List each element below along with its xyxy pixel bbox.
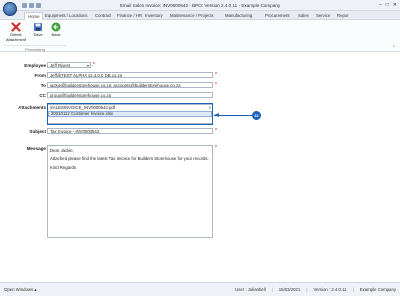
delete-attachment-label: Delete Attachment xyxy=(5,32,27,42)
message-body[interactable]: Dear Jackie, Attached please find the la… xyxy=(47,145,213,238)
tab-maintenance-projects[interactable]: Maintenance / Projects xyxy=(170,12,214,20)
open-windows-button[interactable]: Open Windows ▴ xyxy=(4,287,37,293)
save-icon xyxy=(34,23,42,31)
delete-attachment-button[interactable]: Delete Attachment xyxy=(5,22,27,42)
status-company: Example Company xyxy=(359,287,396,292)
status-date: 15/03/2021 xyxy=(278,287,301,292)
from-value: Jeff@TEST ALPHA v2.4.0.0 DB.co.za xyxy=(50,73,123,78)
tab-reports[interactable]: Repor xyxy=(337,12,349,20)
ribbon: Delete Attachment Save Back Processing ⌃ xyxy=(0,20,400,52)
status-version: Version : 2.4.0.11 xyxy=(313,287,347,292)
required-marker: * xyxy=(215,145,217,151)
status-separator: | xyxy=(352,287,354,292)
status-separator: | xyxy=(271,287,273,292)
tab-procurement[interactable]: Procurement xyxy=(265,12,290,20)
required-marker: * xyxy=(93,62,95,68)
ribbon-tabs: Home Equipment / Locations Contract Fina… xyxy=(0,11,400,20)
to-label: To xyxy=(40,83,46,88)
employee-label: Employee xyxy=(24,63,46,68)
message-line: Kind Regards xyxy=(50,164,77,170)
callout-arrow-line xyxy=(214,115,252,116)
to-value: jackie@builderstorehouse.co.za; accounts… xyxy=(50,83,181,88)
subject-field[interactable]: Tax Invoice - INV0000542 xyxy=(47,128,213,134)
employee-value: Jeff Rivers xyxy=(50,63,71,68)
back-arrow-icon xyxy=(51,22,61,32)
tab-inventory[interactable]: Inventory xyxy=(145,12,163,20)
title-bar: Email Sales Invoice: INV0000542 - BPO: V… xyxy=(0,0,400,11)
required-marker: * xyxy=(215,72,217,78)
subject-label: Subject xyxy=(29,129,46,134)
tab-finance-hr[interactable]: Finance / HR xyxy=(117,12,142,20)
message-line: Attached please find the latest Tax Invo… xyxy=(50,156,209,162)
save-label: Save xyxy=(33,32,43,37)
cc-value: group@builderstorehouse.co.za xyxy=(50,93,111,98)
delete-icon xyxy=(11,22,21,32)
processing-group-label: Processing xyxy=(4,45,66,52)
email-form: Employee Jeff Rivers ▾ * From Jeff@TEST … xyxy=(0,52,400,282)
back-button[interactable]: Back xyxy=(49,22,63,38)
tab-manufacturing[interactable]: Manufacturing xyxy=(225,12,252,20)
window-controls: – □ ✕ xyxy=(379,2,397,8)
status-info: User : Julianbell | 15/03/2021 | Version… xyxy=(235,287,396,292)
window-title: Email Sales Invoice: INV0000542 - BPO: V… xyxy=(119,3,281,8)
chevron-down-icon[interactable]: ▾ xyxy=(87,63,89,67)
tab-home[interactable]: Home xyxy=(24,12,44,20)
collapse-ribbon-icon[interactable]: ⌃ xyxy=(392,45,396,51)
required-marker: * xyxy=(215,82,217,88)
required-marker: * xyxy=(215,128,217,134)
app-menu-orb[interactable] xyxy=(3,2,17,16)
minimize-icon[interactable]: – xyxy=(379,2,382,8)
callout-badge: 32 xyxy=(252,111,261,120)
status-separator: | xyxy=(306,287,308,292)
callout-arrow-icon xyxy=(214,113,219,117)
tab-service[interactable]: Service xyxy=(316,12,330,20)
tab-sales[interactable]: Sales xyxy=(298,12,309,20)
to-field[interactable]: jackie@builderstorehouse.co.za; accounts… xyxy=(47,82,213,88)
status-bar: Open Windows ▴ User : Julianbell | 15/03… xyxy=(0,282,400,296)
tab-contract[interactable]: Contract xyxy=(95,12,111,20)
employee-field[interactable]: Jeff Rivers ▾ xyxy=(47,62,91,68)
subject-value: Tax Invoice - INV0000542 xyxy=(50,129,100,134)
tab-equipment-locations[interactable]: Equipment / Locations xyxy=(45,12,88,20)
maximize-icon[interactable]: □ xyxy=(386,2,389,8)
from-label: From xyxy=(34,73,46,78)
cc-field[interactable]: group@builderstorehouse.co.za xyxy=(47,92,213,98)
cc-label: CC xyxy=(39,93,46,98)
close-icon[interactable]: ✕ xyxy=(393,2,397,8)
email-invoice-window: Email Sales Invoice: INV0000542 - BPO: V… xyxy=(0,0,400,296)
message-label: Message xyxy=(26,146,46,151)
message-line: Dear Jackie, xyxy=(50,148,74,153)
back-label: Back xyxy=(51,32,61,37)
from-field[interactable]: Jeff@TEST ALPHA v2.4.0.0 DB.co.za xyxy=(47,72,213,78)
status-user: User : Julianbell xyxy=(235,287,266,292)
attachments-highlight-frame xyxy=(47,103,213,125)
attachments-label: Attachments xyxy=(18,105,46,110)
save-button[interactable]: Save xyxy=(31,22,45,38)
